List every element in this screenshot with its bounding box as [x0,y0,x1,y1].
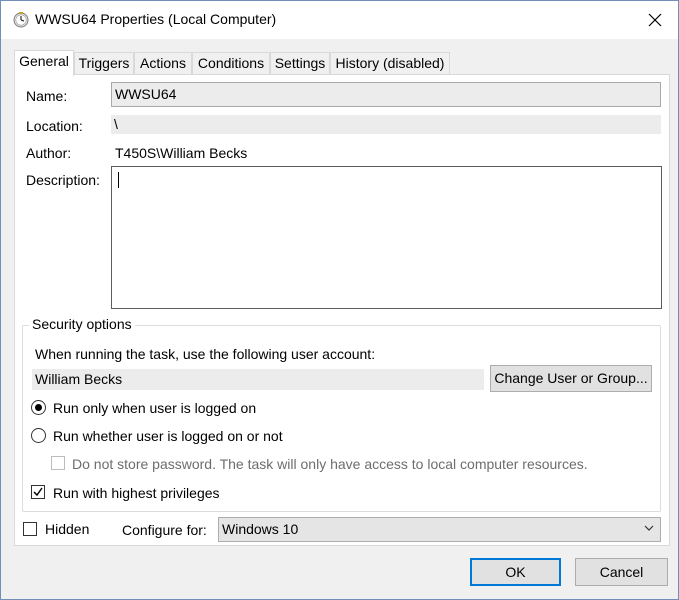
name-label: Name: [26,88,68,104]
user-account-value: William Becks [32,369,484,390]
location-value: \ [111,115,661,134]
description-label: Description: [26,172,100,188]
properties-dialog: WWSU64 Properties (Local Computer) Gener… [0,0,679,600]
security-options-title: Security options [29,316,135,332]
checkbox-hidden[interactable] [23,522,37,536]
tab-history[interactable]: History (disabled) [330,52,450,75]
task-scheduler-clock-icon [13,12,29,28]
author-value: T450S\William Becks [115,145,248,161]
radio-selected-dot [35,404,42,411]
configure-for-value: Windows 10 [222,521,299,537]
close-icon [648,13,662,27]
cancel-button[interactable]: Cancel [575,558,668,586]
text-caret [118,172,119,188]
highest-privileges-label[interactable]: Run with highest privileges [53,485,220,501]
change-user-button[interactable]: Change User or Group... [490,365,652,392]
title-bar: WWSU64 Properties (Local Computer) [1,1,678,39]
checkmark-icon [33,487,43,497]
dialog-footer: OK Cancel [1,548,678,600]
security-options-group: Security options When running the task, … [22,316,661,512]
no-store-password-label: Do not store password. The task will onl… [72,456,588,472]
tab-actions[interactable]: Actions [134,52,192,75]
ok-button[interactable]: OK [470,558,561,586]
radio-run-logged-on-label[interactable]: Run only when user is logged on [53,400,256,416]
author-label: Author: [26,145,72,161]
radio-run-logged-on[interactable] [31,400,46,415]
account-prompt: When running the task, use the following… [35,346,376,362]
tab-settings[interactable]: Settings [270,52,330,75]
checkbox-highest-privileges[interactable] [31,485,45,499]
location-label: Location: [26,118,83,134]
hidden-label[interactable]: Hidden [45,521,89,537]
configure-for-label: Configure for: [122,522,207,538]
window-title: WWSU64 Properties (Local Computer) [35,11,277,27]
tab-general[interactable]: General [14,50,74,76]
checkbox-no-store-password[interactable] [51,456,65,470]
close-button[interactable] [632,1,678,39]
radio-run-whether[interactable] [31,428,46,443]
tab-conditions[interactable]: Conditions [192,52,270,75]
configure-for-dropdown[interactable]: Windows 10 [218,517,661,542]
description-textarea[interactable] [111,166,662,309]
radio-run-whether-label[interactable]: Run whether user is logged on or not [53,428,283,444]
tab-triggers[interactable]: Triggers [74,52,134,75]
general-tab-panel: Name: WWSU64 Location: \ Author: T450S\W… [14,74,670,546]
name-field[interactable]: WWSU64 [111,82,661,107]
chevron-down-icon [644,525,654,531]
